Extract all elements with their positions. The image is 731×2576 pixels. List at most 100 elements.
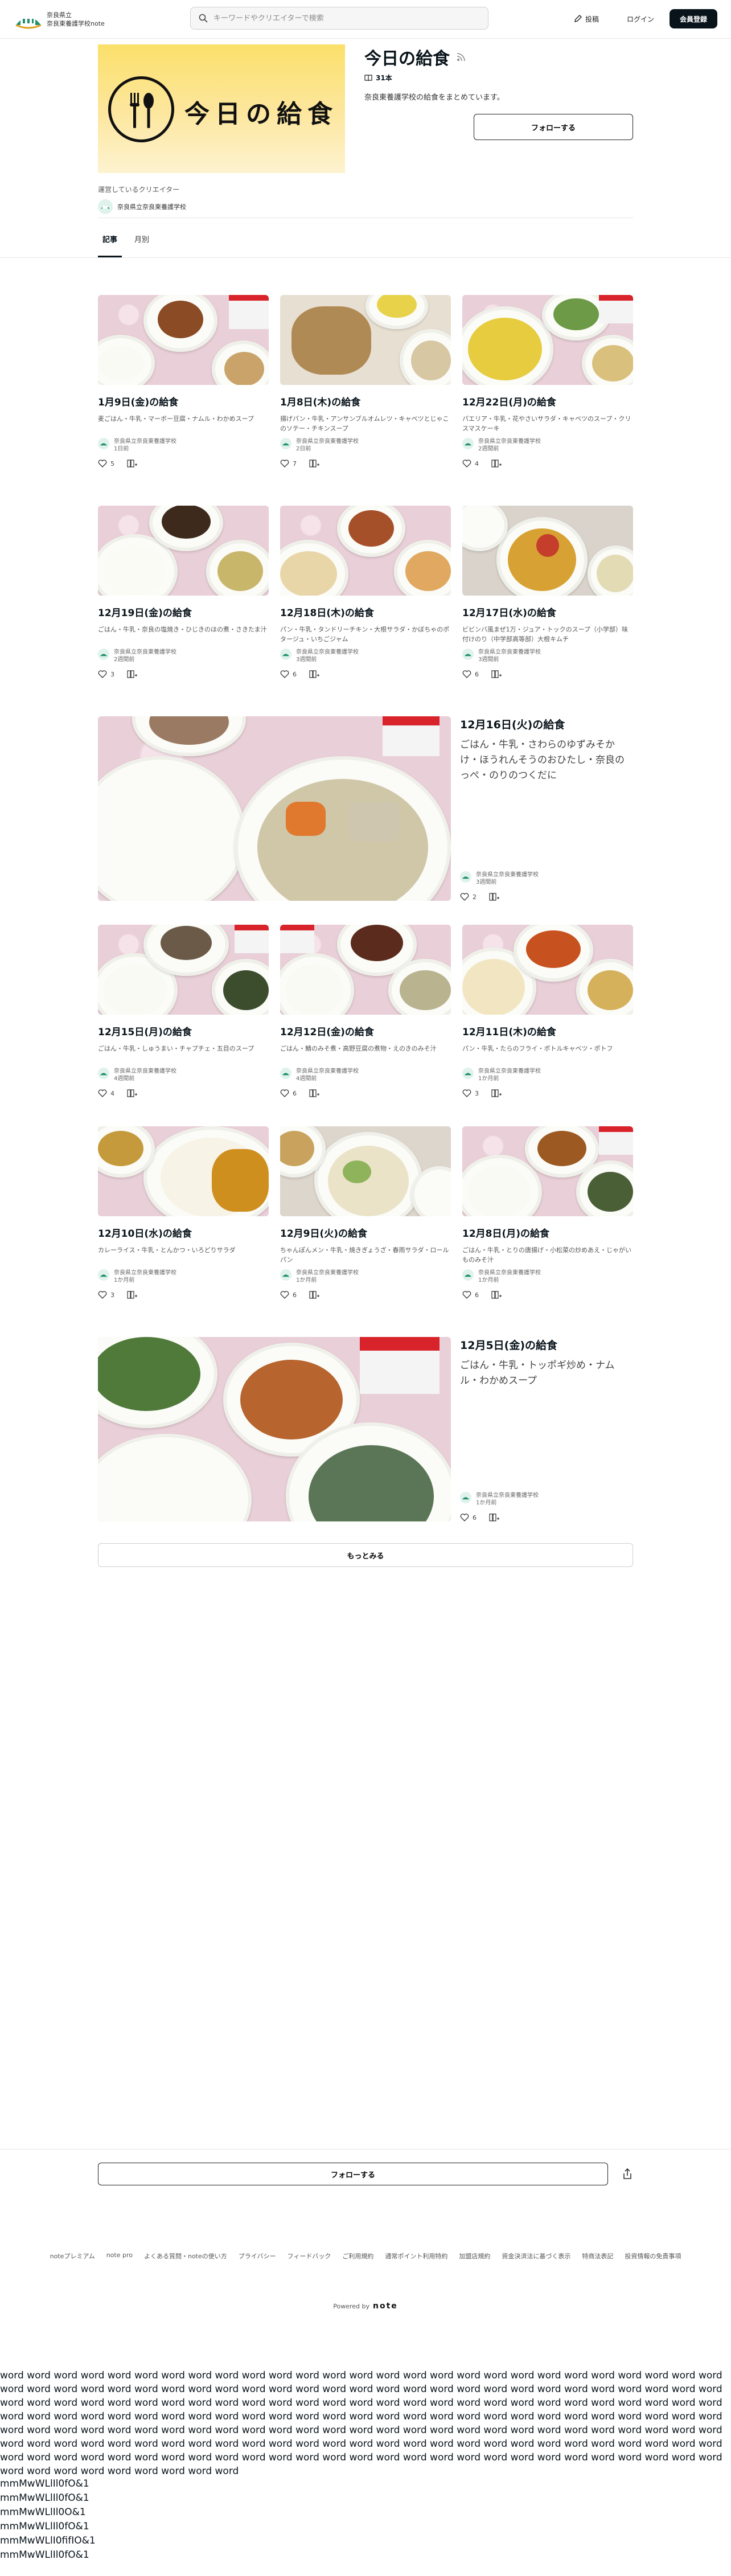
footer-link[interactable]: note pro: [106, 2251, 133, 2261]
post-button[interactable]: 投稿: [569, 9, 603, 28]
avatar[interactable]: [462, 649, 474, 660]
search-input[interactable]: [213, 14, 475, 23]
article-title[interactable]: 12月19日(金)の給食: [98, 605, 269, 619]
magazine-add-icon[interactable]: [309, 1089, 319, 1097]
school-logo[interactable]: 奈良県立 奈良東養護学校note: [15, 8, 105, 31]
login-button[interactable]: ログイン: [621, 9, 660, 28]
article-card-featured[interactable]: 12月16日(火)の給食 ごはん・牛乳・さわらのゆずみそかけ・ほうれんそうのおひ…: [98, 716, 633, 901]
tab-articles[interactable]: 記事: [98, 227, 122, 257]
magazine-add-icon[interactable]: [127, 670, 137, 678]
heart-icon[interactable]: [460, 1513, 469, 1521]
heart-icon[interactable]: [98, 460, 107, 467]
note-logo[interactable]: note: [373, 2302, 398, 2311]
article-title[interactable]: 12月16日(火)の給食: [460, 716, 633, 732]
article-author[interactable]: 奈良県立奈良東養護学校: [296, 1269, 359, 1277]
article-title[interactable]: 12月10日(水)の給食: [98, 1225, 269, 1240]
avatar[interactable]: [280, 1068, 291, 1079]
heart-icon[interactable]: [98, 670, 107, 678]
article-author[interactable]: 奈良県立奈良東養護学校: [478, 1269, 541, 1277]
avatar[interactable]: [462, 438, 474, 449]
avatar[interactable]: [280, 649, 291, 660]
follow-button[interactable]: フォローする: [474, 114, 633, 140]
article-title[interactable]: 1月9日(金)の給食: [98, 394, 269, 408]
article-author[interactable]: 奈良県立奈良東養護学校: [478, 438, 541, 445]
article-card[interactable]: 12月17日(水)の給食 ビビンバ風まぜ1万・ジュア・トックのスープ（小学部）味…: [462, 506, 633, 678]
heart-icon[interactable]: [462, 460, 471, 467]
avatar[interactable]: [460, 871, 471, 883]
heart-icon[interactable]: [280, 670, 289, 678]
signup-button[interactable]: 会員登録: [670, 9, 717, 28]
article-title[interactable]: 12月22日(月)の給食: [462, 394, 633, 408]
article-author[interactable]: 奈良県立奈良東養護学校: [476, 871, 539, 879]
heart-icon[interactable]: [460, 893, 469, 901]
article-author[interactable]: 奈良県立奈良東養護学校: [114, 1269, 176, 1277]
magazine-add-icon[interactable]: [309, 1291, 319, 1299]
avatar[interactable]: [98, 438, 109, 449]
article-card[interactable]: 1月8日(木)の給食 揚げパン・牛乳・アンサンブルオムレツ・キャベツとじゃこのソ…: [280, 295, 451, 467]
article-title[interactable]: 12月8日(月)の給食: [462, 1225, 633, 1240]
rss-icon[interactable]: [457, 52, 466, 61]
article-author[interactable]: 奈良県立奈良東養護学校: [478, 1068, 541, 1075]
bottom-follow-button[interactable]: フォローする: [98, 2163, 608, 2185]
article-title[interactable]: 12月5日(金)の給食: [460, 1337, 633, 1352]
footer-link[interactable]: 資金決済法に基づく表示: [502, 2251, 570, 2261]
magazine-add-icon[interactable]: [491, 1291, 502, 1299]
heart-icon[interactable]: [280, 1291, 289, 1299]
article-title[interactable]: 12月9日(火)の給食: [280, 1225, 451, 1240]
heart-icon[interactable]: [462, 670, 471, 678]
article-card[interactable]: 12月18日(木)の給食 パン・牛乳・タンドリーチキン・大根サラダ・かぼちゃのポ…: [280, 506, 451, 678]
footer-link[interactable]: noteプレミアム: [50, 2251, 95, 2261]
avatar[interactable]: [280, 438, 291, 449]
heart-icon[interactable]: [462, 1089, 471, 1097]
avatar[interactable]: [98, 649, 109, 660]
article-author[interactable]: 奈良県立奈良東養護学校: [114, 438, 176, 445]
article-author[interactable]: 奈良県立奈良東養護学校: [296, 649, 359, 656]
footer-link[interactable]: プライバシー: [239, 2251, 276, 2261]
magazine-add-icon[interactable]: [491, 460, 502, 467]
footer-link[interactable]: ご利用規約: [342, 2251, 373, 2261]
avatar[interactable]: [98, 1269, 109, 1281]
magazine-add-icon[interactable]: [489, 893, 499, 901]
magazine-add-icon[interactable]: [309, 460, 319, 467]
article-author[interactable]: 奈良県立奈良東養護学校: [478, 649, 541, 656]
magazine-add-icon[interactable]: [491, 670, 502, 678]
article-title[interactable]: 12月12日(金)の給食: [280, 1024, 451, 1038]
heart-icon[interactable]: [280, 460, 289, 467]
footer-link[interactable]: 通常ポイント利用特約: [385, 2251, 447, 2261]
article-card[interactable]: 12月12日(金)の給食 ごはん・鯖のみそ煮・高野豆腐の煮物・えのきのみそ汁 奈…: [280, 925, 451, 1097]
avatar[interactable]: [280, 1269, 291, 1281]
article-card[interactable]: 12月9日(火)の給食 ちゃんぽんメン・牛乳・焼きぎょうざ・春雨サラダ・ロールパ…: [280, 1126, 451, 1299]
article-card[interactable]: 12月8日(月)の給食 ごはん・牛乳・とりの唐揚げ・小松菜の炒めあえ・じゃがいも…: [462, 1126, 633, 1299]
magazine-add-icon[interactable]: [309, 670, 319, 678]
article-title[interactable]: 12月11日(木)の給食: [462, 1024, 633, 1038]
footer-link[interactable]: 加盟店規約: [459, 2251, 490, 2261]
magazine-add-icon[interactable]: [489, 1513, 499, 1521]
article-author[interactable]: 奈良県立奈良東養護学校: [476, 1492, 539, 1499]
operator-creator[interactable]: 奈良県立奈良東養護学校: [98, 199, 186, 214]
article-title[interactable]: 12月18日(木)の給食: [280, 605, 451, 619]
heart-icon[interactable]: [98, 1089, 107, 1097]
tab-monthly[interactable]: 月別: [130, 227, 154, 257]
magazine-add-icon[interactable]: [127, 1089, 137, 1097]
article-card[interactable]: 12月15日(月)の給食 ごはん・牛乳・しゅうまい・チャプチェ・五目のスープ 奈…: [98, 925, 269, 1097]
magazine-add-icon[interactable]: [127, 460, 137, 467]
load-more-button[interactable]: もっとみる: [98, 1543, 633, 1567]
footer-link[interactable]: フィードバック: [288, 2251, 331, 2261]
article-card[interactable]: 12月11日(木)の給食 パン・牛乳・たらのフライ・ポトルキャベツ・ポトフ 奈良…: [462, 925, 633, 1097]
article-title[interactable]: 1月8日(木)の給食: [280, 394, 451, 408]
article-title[interactable]: 12月17日(水)の給食: [462, 605, 633, 619]
article-author[interactable]: 奈良県立奈良東養護学校: [296, 1068, 359, 1075]
avatar[interactable]: [462, 1068, 474, 1079]
footer-link[interactable]: よくある質問・noteの使い方: [144, 2251, 227, 2261]
footer-link[interactable]: 投資情報の免責事項: [625, 2251, 681, 2261]
magazine-add-icon[interactable]: [127, 1291, 137, 1299]
avatar[interactable]: [460, 1492, 471, 1503]
search-box[interactable]: [190, 7, 488, 30]
article-card-featured[interactable]: 12月5日(金)の給食 ごはん・牛乳・トッポギ炒め・ナムル・わかめスープ 奈良県…: [98, 1337, 633, 1521]
avatar[interactable]: [98, 1068, 109, 1079]
article-title[interactable]: 12月15日(月)の給食: [98, 1024, 269, 1038]
avatar[interactable]: [462, 1269, 474, 1281]
article-author[interactable]: 奈良県立奈良東養護学校: [114, 1068, 176, 1075]
article-card[interactable]: 1月9日(金)の給食 麦ごはん・牛乳・マーボー豆腐・ナムル・わかめスープ 奈良県…: [98, 295, 269, 467]
article-author[interactable]: 奈良県立奈良東養護学校: [114, 649, 176, 656]
